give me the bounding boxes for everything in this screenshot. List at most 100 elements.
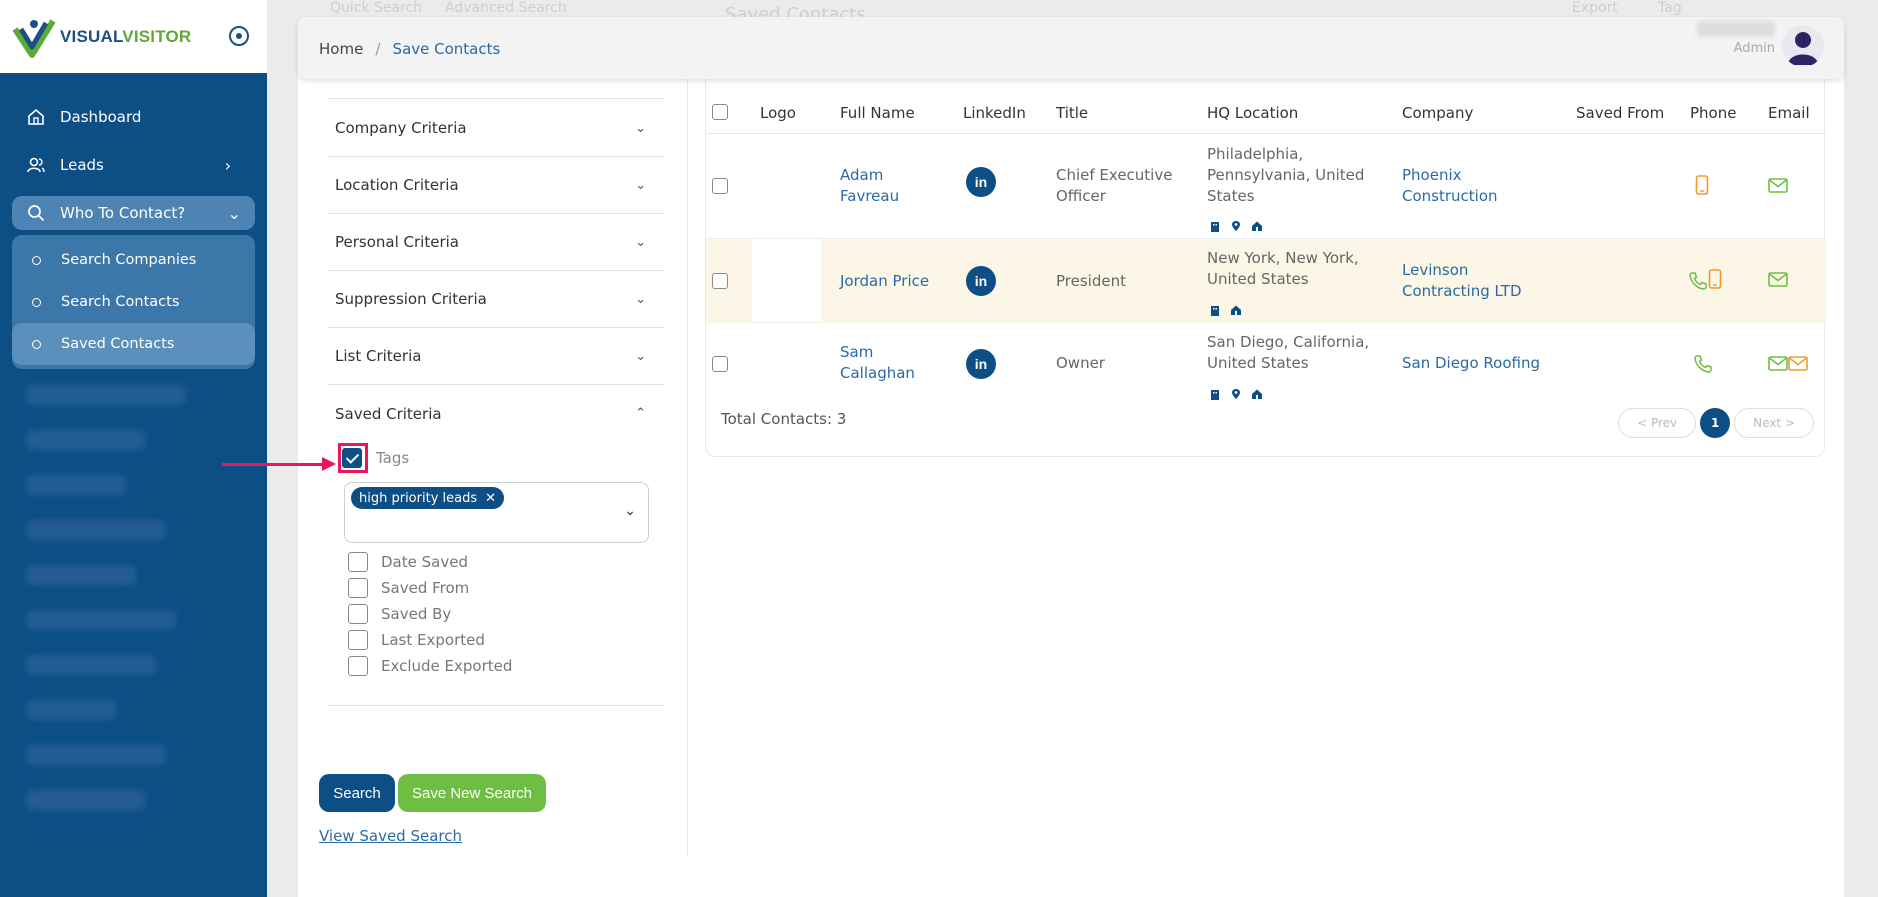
location-icons: [1209, 301, 1242, 316]
map-pin-icon[interactable]: [1230, 385, 1242, 399]
main-card: Company Criteria ⌄ Location Criteria ⌄ Per…: [298, 60, 1844, 897]
date-saved-checkbox[interactable]: [348, 552, 368, 572]
location-icons: [1209, 385, 1263, 400]
sidebar-item-search-contacts[interactable]: Search Contacts: [12, 281, 255, 323]
results-table: Logo Full Name LinkedIn Title HQ Locatio…: [705, 60, 1826, 457]
sidebar-item-dashboard[interactable]: Dashboard: [0, 93, 267, 141]
contact-name[interactable]: Jordan Price: [840, 271, 929, 292]
total-contacts: Total Contacts: 3: [721, 410, 847, 428]
building-icon[interactable]: [1209, 301, 1221, 316]
building-icon[interactable]: [1209, 385, 1221, 400]
house-icon[interactable]: [1230, 301, 1242, 315]
tags-option[interactable]: Tags: [342, 448, 409, 468]
personal-criteria-toggle[interactable]: Personal Criteria ⌄: [328, 214, 664, 271]
user-menu[interactable]: [1782, 25, 1824, 67]
row-checkbox[interactable]: [712, 356, 728, 372]
tags-select[interactable]: high priority leads ✕ ⌄: [344, 482, 649, 543]
saved-criteria-toggle[interactable]: Saved Criteria ⌃: [328, 385, 664, 442]
company-criteria-toggle[interactable]: Company Criteria ⌄: [328, 100, 664, 157]
contact-name[interactable]: Adam Favreau: [840, 165, 899, 207]
breadcrumb: Home / Save Contacts: [319, 39, 500, 58]
page-number-button[interactable]: 1: [1700, 408, 1731, 438]
phone-icon[interactable]: [1693, 354, 1713, 374]
sidebar: VISUALVISITOR Dashboard Leads › Who To C…: [0, 0, 267, 897]
close-icon[interactable]: ✕: [485, 491, 496, 506]
row-checkbox[interactable]: [712, 178, 728, 194]
saved-from-option[interactable]: Saved From: [348, 578, 469, 598]
avatar[interactable]: [1782, 25, 1824, 67]
suppression-criteria-toggle[interactable]: Suppression Criteria ⌄: [328, 271, 664, 328]
saved-from-checkbox[interactable]: [348, 578, 368, 598]
table-row[interactable]: Jordan Price in President New York, New …: [706, 239, 1826, 323]
tags-label: Tags: [376, 449, 410, 467]
mobile-icon[interactable]: [1708, 269, 1722, 289]
hq-location: San Diego, California, United States: [1207, 333, 1370, 372]
company-name[interactable]: Phoenix Construction: [1402, 165, 1498, 207]
breadcrumb-current: Save Contacts: [392, 39, 501, 58]
sidebar-item-search-companies[interactable]: Search Companies: [12, 239, 255, 281]
select-all-checkbox[interactable]: [712, 104, 728, 120]
user-name-blurred: [1697, 21, 1775, 37]
chevron-down-icon: ⌄: [635, 291, 646, 307]
filter-panel: Company Criteria ⌄ Location Criteria ⌄ Per…: [298, 60, 688, 857]
exclude-exported-checkbox[interactable]: [348, 656, 368, 676]
email-icon[interactable]: [1768, 356, 1788, 371]
list-criteria-toggle[interactable]: List Criteria ⌄: [328, 328, 664, 385]
company-name[interactable]: San Diego Roofing: [1402, 353, 1540, 374]
column-header-email: Email: [1768, 104, 1810, 122]
home-icon: [28, 108, 44, 125]
logo-icon: [12, 18, 56, 58]
phone-icon[interactable]: [1688, 271, 1708, 291]
map-pin-icon[interactable]: [1230, 217, 1242, 231]
location-criteria-toggle[interactable]: Location Criteria ⌄: [328, 157, 664, 214]
linkedin-icon[interactable]: in: [966, 167, 996, 197]
contact-name[interactable]: Sam Callaghan: [840, 342, 915, 384]
prev-page-button[interactable]: < Prev: [1618, 408, 1697, 438]
logo-bar: VISUALVISITOR: [0, 0, 267, 73]
last-exported-option[interactable]: Last Exported: [348, 630, 485, 650]
breadcrumb-header: Home / Save Contacts Admin: [298, 17, 1844, 79]
column-header-company: Company: [1402, 104, 1474, 122]
table-header: Logo Full Name LinkedIn Title HQ Locatio…: [706, 94, 1826, 134]
sidebar-item-who-to-contact[interactable]: Who To Contact? ⌄: [12, 196, 255, 230]
column-header-logo: Logo: [760, 104, 796, 122]
target-icon[interactable]: [229, 26, 249, 46]
save-new-search-button[interactable]: Save New Search: [398, 774, 546, 812]
company-name[interactable]: Levinson Contracting LTD: [1402, 260, 1522, 302]
saved-by-checkbox[interactable]: [348, 604, 368, 624]
column-header-hq: HQ Location: [1207, 104, 1299, 122]
chevron-down-icon[interactable]: ⌄: [624, 503, 636, 519]
exclude-exported-option[interactable]: Exclude Exported: [348, 656, 512, 676]
breadcrumb-home[interactable]: Home: [319, 40, 363, 58]
email-alt-icon[interactable]: [1788, 356, 1808, 371]
building-icon[interactable]: [1209, 217, 1221, 232]
tags-checkbox[interactable]: [342, 448, 362, 468]
submenu: Search Companies Search Contacts Saved C…: [12, 235, 255, 369]
hq-location: New York, New York, United States: [1207, 249, 1359, 288]
saved-by-option[interactable]: Saved By: [348, 604, 451, 624]
search-button[interactable]: Search: [319, 774, 395, 812]
next-page-button[interactable]: Next >: [1734, 408, 1814, 438]
last-exported-checkbox[interactable]: [348, 630, 368, 650]
chevron-right-icon: ›: [224, 155, 231, 175]
contact-title: Chief Executive Officer: [1056, 166, 1173, 205]
sidebar-item-saved-contacts[interactable]: Saved Contacts: [12, 323, 255, 365]
contact-title: Owner: [1056, 354, 1105, 372]
row-checkbox[interactable]: [712, 273, 728, 289]
date-saved-option[interactable]: Date Saved: [348, 552, 468, 572]
email-icon[interactable]: [1768, 272, 1788, 287]
bullet-icon: [32, 339, 41, 349]
sidebar-item-leads[interactable]: Leads ›: [0, 141, 267, 189]
mobile-icon[interactable]: [1695, 175, 1709, 195]
bullet-icon: [32, 297, 41, 307]
email-icon[interactable]: [1768, 178, 1788, 193]
table-row[interactable]: Sam Callaghan in Owner San Diego, Califor…: [706, 323, 1826, 406]
view-saved-search-link[interactable]: View Saved Search: [319, 827, 462, 845]
house-icon[interactable]: [1251, 385, 1263, 399]
table-row[interactable]: Adam Favreau in Chief Executive Officer Ph…: [706, 135, 1826, 239]
linkedin-icon[interactable]: in: [966, 349, 996, 379]
house-icon[interactable]: [1251, 217, 1263, 231]
linkedin-icon[interactable]: in: [966, 266, 996, 296]
contact-title: President: [1056, 272, 1126, 290]
pagination: < Prev 1 Next >: [1618, 408, 1814, 438]
